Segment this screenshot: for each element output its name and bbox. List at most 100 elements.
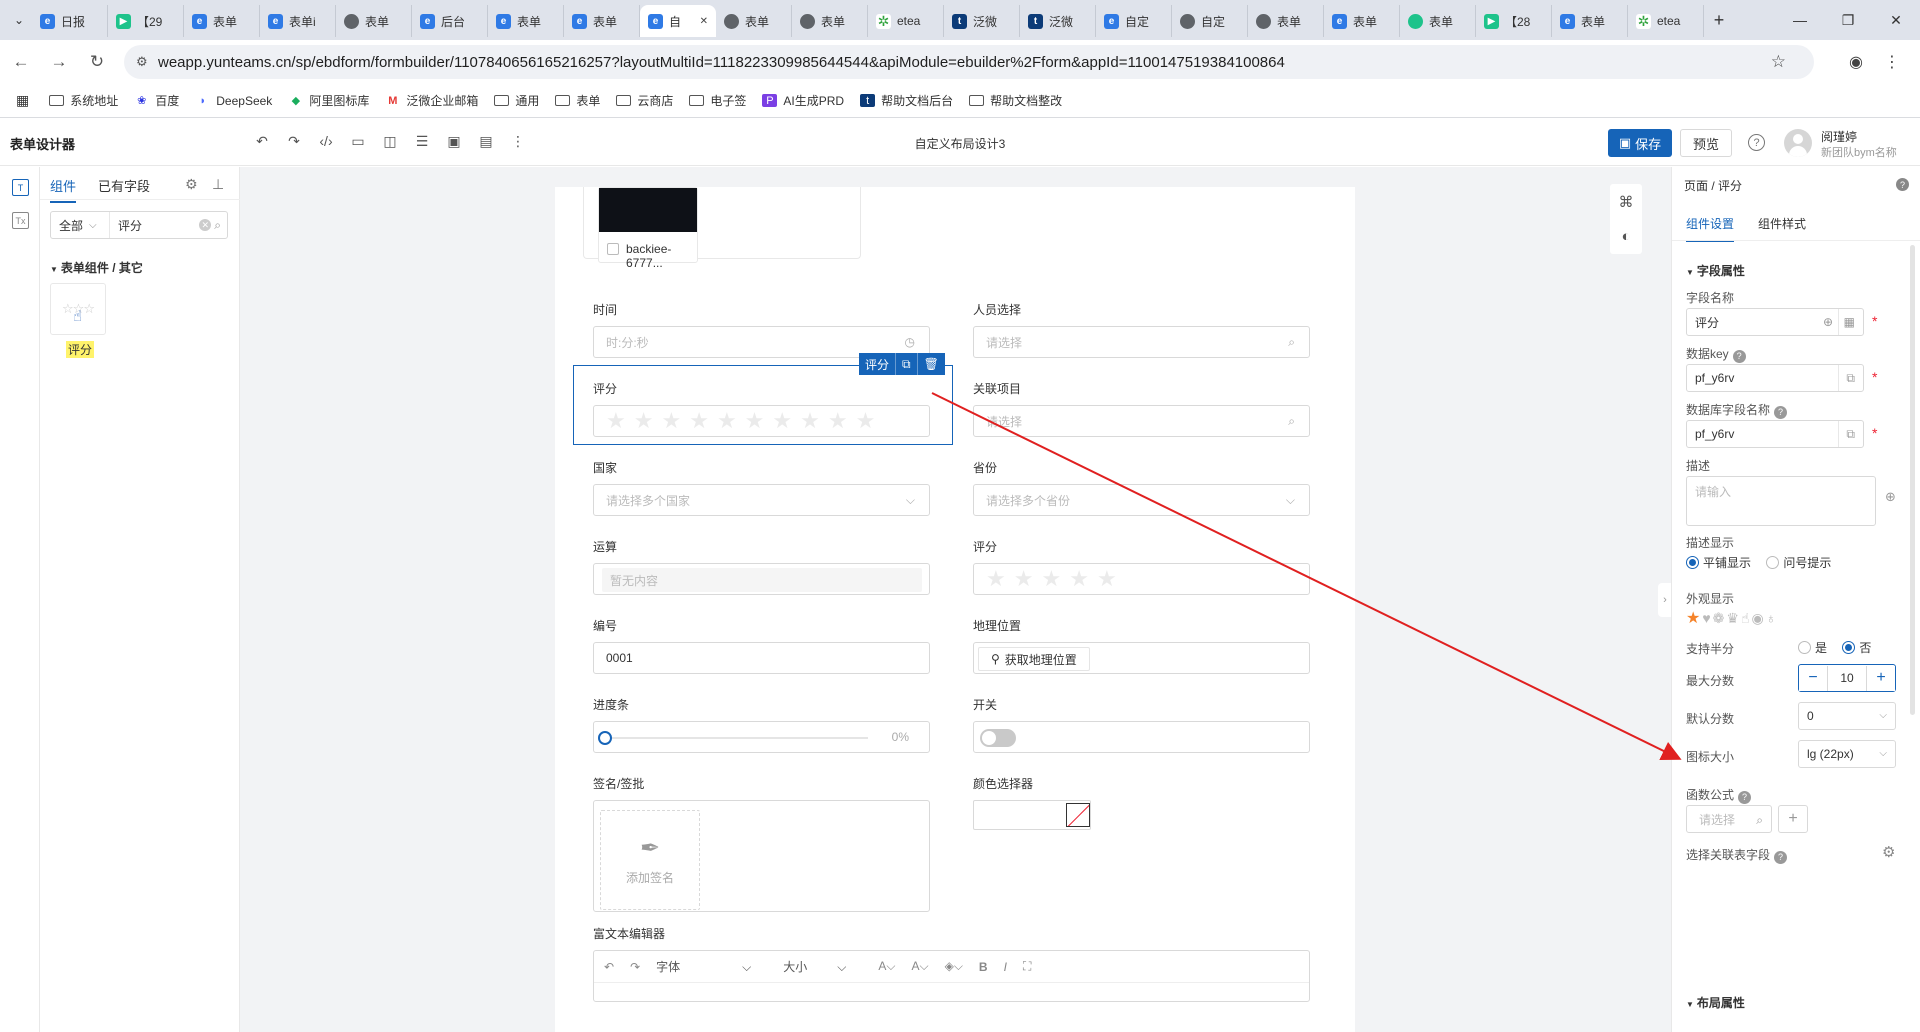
delete-icon[interactable]: 🗑 xyxy=(916,353,945,375)
flower-icon[interactable]: ❁ xyxy=(1713,610,1725,627)
bookmark-star-icon[interactable]: ☆ xyxy=(1771,52,1786,72)
browser-tab[interactable]: e 后台 xyxy=(412,5,488,37)
star-icon[interactable]: ★ xyxy=(717,410,737,432)
bold-icon[interactable]: B xyxy=(979,960,988,974)
browser-tab[interactable]: ✲ etea xyxy=(1628,5,1704,37)
bookmark-item[interactable]: M 泛微企业邮箱 xyxy=(385,92,478,109)
palette-icon[interactable]: ◐ xyxy=(1621,228,1630,245)
star-icon[interactable]: ★ xyxy=(856,410,876,432)
clear-icon[interactable]: ✕ xyxy=(199,219,212,231)
bookmark-item[interactable]: P AI生成PRD xyxy=(762,92,844,109)
bookmark-item[interactable]: 通用 xyxy=(494,92,539,109)
layout-icon[interactable]: ◫ xyxy=(374,133,406,150)
bookmark-item[interactable]: 帮助文档整改 xyxy=(969,92,1062,109)
pin-icon[interactable]: ⊥ xyxy=(212,176,224,193)
circle-icon[interactable]: ◉ xyxy=(1751,610,1763,627)
browser-tab[interactable]: e 表单 xyxy=(1324,5,1400,37)
browser-tab[interactable]: t 泛微 xyxy=(944,5,1020,37)
close-window-button[interactable]: ✕ xyxy=(1872,0,1920,40)
description-textarea[interactable]: 请输入 xyxy=(1686,476,1876,526)
copy-icon[interactable]: ⧉ xyxy=(895,353,917,375)
browser-tab[interactable]: 表单 xyxy=(792,5,868,37)
add-signature-button[interactable]: ✒ 添加签名 xyxy=(600,810,700,910)
back-button[interactable]: ← xyxy=(4,45,38,79)
outline-panel-icon[interactable]: Tx xyxy=(12,212,29,229)
font-color-icon[interactable]: A⌵ xyxy=(878,959,895,974)
star-icon[interactable]: ★ xyxy=(606,410,626,432)
field-name-input[interactable]: 评分 ⊕ ▦ xyxy=(1686,308,1864,336)
star-icon[interactable]: ★ xyxy=(634,410,654,432)
scrollbar[interactable] xyxy=(1910,245,1915,715)
toggle-switch[interactable] xyxy=(980,729,1016,747)
number-input[interactable]: 0001 xyxy=(593,642,930,674)
section-field-properties[interactable]: ▼ 字段属性 xyxy=(1686,262,1745,279)
new-tab-button[interactable]: + xyxy=(1704,10,1734,31)
bookmark-item[interactable]: 电子签 xyxy=(689,92,746,109)
url-field[interactable]: ⚙ weapp.yunteams.cn/sp/ebdform/formbuild… xyxy=(124,45,1814,79)
star-icon[interactable]: ★ xyxy=(1686,608,1700,628)
person-input[interactable]: 请选择 ⌕ xyxy=(973,326,1310,358)
browser-tab[interactable]: 表单 xyxy=(716,5,792,37)
star-icon[interactable]: ★ xyxy=(828,410,848,432)
related-project-input[interactable]: 请选择 ⌕ xyxy=(973,405,1310,437)
image-icon[interactable]: ▣ xyxy=(438,133,470,150)
structure-icon[interactable]: ⌘ xyxy=(1619,193,1634,211)
settings-gear-icon[interactable]: ⚙ xyxy=(185,176,198,193)
bookmark-item[interactable]: 表单 xyxy=(555,92,600,109)
undo-icon[interactable]: ↶ xyxy=(246,133,278,150)
browser-tab[interactable]: e 表单 xyxy=(184,5,260,37)
radio-tooltip-display[interactable]: 问号提示 xyxy=(1766,554,1831,571)
star-icon[interactable]: ★ xyxy=(1097,568,1117,590)
get-location-button[interactable]: ⚲ 获取地理位置 xyxy=(978,647,1090,671)
rte-size-select[interactable]: 大小 ⌵ xyxy=(783,958,862,975)
help-icon[interactable]: ? xyxy=(1748,134,1765,151)
field-picker-icon[interactable]: ▦ xyxy=(1844,315,1855,329)
question-icon[interactable]: ? xyxy=(1774,850,1788,864)
help-icon[interactable]: ? xyxy=(1896,178,1909,191)
more-icon[interactable]: ⋮ xyxy=(502,133,534,150)
radio-tile-display[interactable]: 平铺显示 xyxy=(1686,554,1751,571)
rte-redo-icon[interactable]: ↷ xyxy=(630,960,640,974)
redo-icon[interactable]: ↷ xyxy=(278,133,310,150)
close-tab-icon[interactable]: ✕ xyxy=(700,16,708,27)
browser-tab[interactable]: ▶ 【29 xyxy=(108,5,184,37)
minimize-button[interactable]: — xyxy=(1776,0,1824,40)
star-icon[interactable]: ★ xyxy=(1014,568,1034,590)
trophy-icon[interactable]: ♛ xyxy=(1726,610,1739,627)
globe-icon[interactable]: ⊕ xyxy=(1885,489,1896,505)
province-select[interactable]: 请选择多个省份 ⌵ xyxy=(973,484,1310,516)
fill-color-icon[interactable]: ◈⌵ xyxy=(945,959,963,974)
decrement-button[interactable]: − xyxy=(1799,665,1827,691)
search-icon[interactable]: ⌕ xyxy=(214,218,221,233)
browser-menu-icon[interactable]: ⋮ xyxy=(1874,45,1910,79)
country-select[interactable]: 请选择多个国家 ⌵ xyxy=(593,484,930,516)
save-button[interactable]: ▣ 保存 xyxy=(1608,129,1672,157)
bookmark-item[interactable]: t 帮助文档后台 xyxy=(860,92,953,109)
reload-button[interactable]: ↻ xyxy=(80,45,114,79)
tab-component-style[interactable]: 组件样式 xyxy=(1758,215,1806,240)
bookmark-item[interactable]: 云商店 xyxy=(616,92,673,109)
browser-tab[interactable]: e 自 ✕ xyxy=(640,5,716,37)
restore-button[interactable]: ❐ xyxy=(1824,0,1872,40)
code-icon[interactable]: ‹/› xyxy=(310,133,342,150)
color-swatch-empty[interactable] xyxy=(1066,803,1090,827)
site-info-icon[interactable]: ⚙ xyxy=(136,54,148,70)
browser-tab[interactable]: e 表单 xyxy=(564,5,640,37)
image-thumbnail-card[interactable]: backiee-6777... xyxy=(598,187,698,270)
copy-icon[interactable]: ⧉ xyxy=(1846,371,1855,386)
bookmark-item[interactable]: ❀ 百度 xyxy=(134,92,179,109)
fullscreen-icon[interactable]: ⛶ xyxy=(1023,959,1031,974)
thumbs-up-icon[interactable]: ☝ xyxy=(1741,610,1750,627)
section-layout-properties[interactable]: ▼ 布局属性 xyxy=(1686,994,1745,1011)
template-icon[interactable]: ☰ xyxy=(406,133,438,150)
browser-tab[interactable]: ▶ 【28 xyxy=(1476,5,1552,37)
star-icon[interactable]: ★ xyxy=(1069,568,1089,590)
browser-tab[interactable]: e 表单i xyxy=(260,5,336,37)
star-icon[interactable]: ★ xyxy=(986,568,1006,590)
gear-icon[interactable]: ⚙ xyxy=(1882,843,1895,861)
browser-tab[interactable]: ✲ etea xyxy=(868,5,944,37)
calc-input[interactable]: 暂无内容 xyxy=(593,563,930,595)
rte-undo-icon[interactable]: ↶ xyxy=(604,960,614,974)
component-panel-icon[interactable]: T xyxy=(12,179,29,196)
default-score-select[interactable]: 0 ⌵ xyxy=(1798,702,1896,730)
